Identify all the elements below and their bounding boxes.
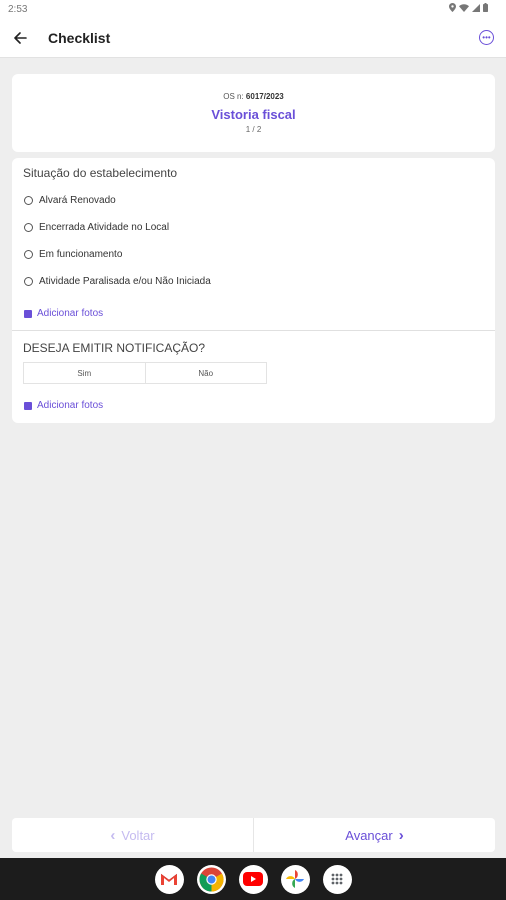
section-divider xyxy=(12,330,495,331)
choice-sim-button[interactable]: Sim xyxy=(24,363,145,383)
os-number: OS n: 6017/2023 xyxy=(12,92,495,101)
app-drawer-icon[interactable] xyxy=(322,864,352,894)
radio-option-label: Atividade Paralisada e/ou Não Iniciada xyxy=(39,276,211,287)
choice-nao-button[interactable]: Não xyxy=(144,363,266,383)
status-icons xyxy=(449,3,488,15)
next-step-button[interactable]: Avançar › xyxy=(253,818,495,852)
wifi-icon xyxy=(459,3,469,15)
battery-icon xyxy=(483,3,488,15)
chrome-icon[interactable] xyxy=(196,864,226,894)
add-photos-button[interactable]: Adicionar fotos xyxy=(24,308,103,319)
radio-option-label: Alvará Renovado xyxy=(39,195,116,206)
radio-button[interactable] xyxy=(24,223,33,232)
checklist-form-card: Situação do estabelecimento Alvará Renov… xyxy=(12,158,495,423)
radio-option[interactable]: Atividade Paralisada e/ou Não Iniciada xyxy=(24,276,211,287)
checklist-title: Vistoria fiscal xyxy=(211,107,296,122)
back-step-label: Voltar xyxy=(121,827,155,843)
add-photo-icon xyxy=(24,309,32,318)
radio-option-label: Encerrada Atividade no Local xyxy=(39,222,170,233)
more-options-button[interactable]: ••• xyxy=(479,30,494,45)
add-photos-button[interactable]: Adicionar fotos xyxy=(24,400,103,411)
os-number-label: OS n: xyxy=(223,92,244,101)
location-icon xyxy=(449,3,456,15)
radio-option[interactable]: Encerrada Atividade no Local xyxy=(24,222,169,233)
checklist-header-card: OS n: 6017/2023 Vistoria fiscal 1 / 2 xyxy=(12,74,495,152)
back-button[interactable] xyxy=(10,28,30,48)
page-indicator: 1 / 2 xyxy=(245,125,262,134)
gmail-icon[interactable] xyxy=(154,864,184,894)
add-photos-label: Adicionar fotos xyxy=(37,308,104,319)
bottom-navigation: ‹ Voltar Avançar › xyxy=(12,818,495,852)
photos-icon[interactable] xyxy=(280,864,310,894)
chevron-left-icon: ‹ xyxy=(110,826,116,844)
radio-button[interactable] xyxy=(24,277,33,286)
back-step-button[interactable]: ‹ Voltar xyxy=(12,818,253,852)
next-step-label: Avançar xyxy=(345,827,393,843)
radio-option[interactable]: Em funcionamento xyxy=(24,249,122,260)
radio-button[interactable] xyxy=(24,196,33,205)
page-title: Checklist xyxy=(48,30,111,46)
more-horizontal-icon: ••• xyxy=(482,32,491,42)
notification-choice-group: Sim Não xyxy=(23,362,267,384)
status-time: 2:53 xyxy=(8,3,28,15)
signal-icon xyxy=(472,3,480,15)
section-title-notificacao: DESEJA EMITIR NOTIFICAÇÃO? xyxy=(23,341,206,355)
youtube-icon[interactable] xyxy=(238,864,268,894)
app-bar: Checklist ••• xyxy=(0,18,506,58)
status-bar: 2:53 xyxy=(0,0,506,18)
add-photo-icon xyxy=(24,401,32,410)
section-title-situacao: Situação do estabelecimento xyxy=(23,166,178,180)
radio-option-label: Em funcionamento xyxy=(39,249,123,260)
chevron-right-icon: › xyxy=(398,826,404,844)
os-number-value: 6017/2023 xyxy=(245,92,284,101)
radio-button[interactable] xyxy=(24,250,33,259)
add-photos-label: Adicionar fotos xyxy=(37,400,104,411)
arrow-left-icon xyxy=(13,32,27,44)
radio-option[interactable]: Alvará Renovado xyxy=(24,195,116,206)
taskbar xyxy=(0,858,506,900)
